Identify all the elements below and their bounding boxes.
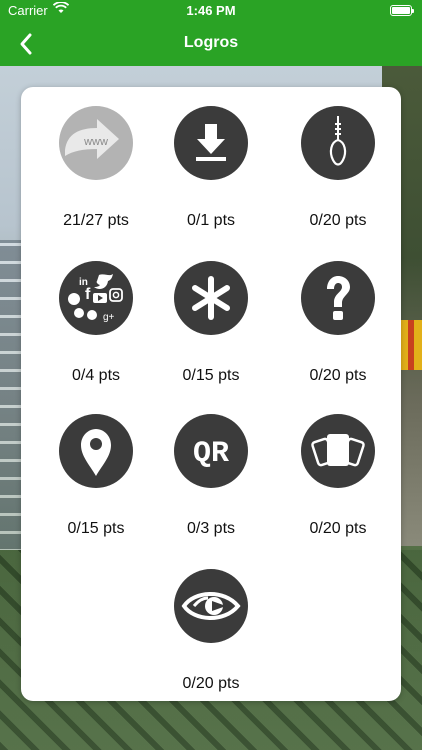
achievement-social[interactable]: in f g+ 0/4 pts	[33, 261, 159, 411]
achievement-location[interactable]: 0/15 pts	[33, 414, 159, 564]
web-badge-text: www	[83, 136, 108, 148]
achievement-points: 0/20 pts	[309, 520, 367, 537]
achievements-card: www 21/27 pts 0/1 pts 0/20 pts in f g+ 0…	[21, 87, 401, 701]
achievement-qr[interactable]: QR 0/3 pts	[148, 414, 274, 564]
achievement-download[interactable]: 0/1 pts	[148, 106, 274, 256]
navigation-bar: Logros	[0, 22, 422, 66]
achievement-points: 21/27 pts	[63, 212, 129, 229]
skype-icon	[74, 308, 84, 318]
instagram-icon	[109, 288, 123, 302]
question-mark-icon	[301, 261, 375, 335]
achievement-points: 0/20 pts	[182, 675, 240, 692]
cards-icon	[301, 414, 375, 488]
clock-time: 1:46 PM	[186, 3, 236, 18]
achievement-asterisk[interactable]: 0/15 pts	[148, 261, 274, 411]
achievement-hangman[interactable]: 0/20 pts	[275, 106, 401, 256]
web-link-icon: www	[59, 106, 133, 180]
achievement-web[interactable]: www 21/27 pts	[33, 106, 159, 256]
qr-label: QR	[193, 437, 229, 471]
location-pin-icon	[59, 414, 133, 488]
achievement-cards[interactable]: 0/20 pts	[275, 414, 401, 564]
pinterest-icon	[87, 310, 97, 320]
achievement-points: 0/20 pts	[309, 212, 367, 229]
hangman-noose-icon	[301, 106, 375, 180]
whatsapp-icon	[68, 293, 80, 305]
social-networks-icon: in f g+	[59, 261, 133, 335]
google-plus-icon: g+	[103, 312, 115, 323]
qr-code-icon: QR	[174, 414, 248, 488]
facebook-icon: f	[85, 286, 91, 303]
achievement-trivia[interactable]: 0/20 pts	[275, 261, 401, 411]
status-bar: Carrier 1:46 PM	[0, 0, 422, 22]
eye-icon	[174, 569, 248, 643]
achievement-points: 0/15 pts	[67, 520, 125, 537]
achievement-vision[interactable]: 0/20 pts	[148, 569, 274, 719]
achievement-points: 0/4 pts	[71, 367, 121, 384]
battery-icon	[390, 5, 414, 16]
achievement-points: 0/15 pts	[182, 367, 240, 384]
twitter-icon	[94, 274, 113, 289]
asterisk-icon	[174, 261, 248, 335]
page-title: Logros	[183, 34, 239, 51]
background-stripe	[400, 320, 422, 370]
achievement-points: 0/20 pts	[309, 367, 367, 384]
achievement-points: 0/1 pts	[186, 212, 236, 229]
achievement-points: 0/3 pts	[186, 520, 236, 537]
download-icon	[174, 106, 248, 180]
